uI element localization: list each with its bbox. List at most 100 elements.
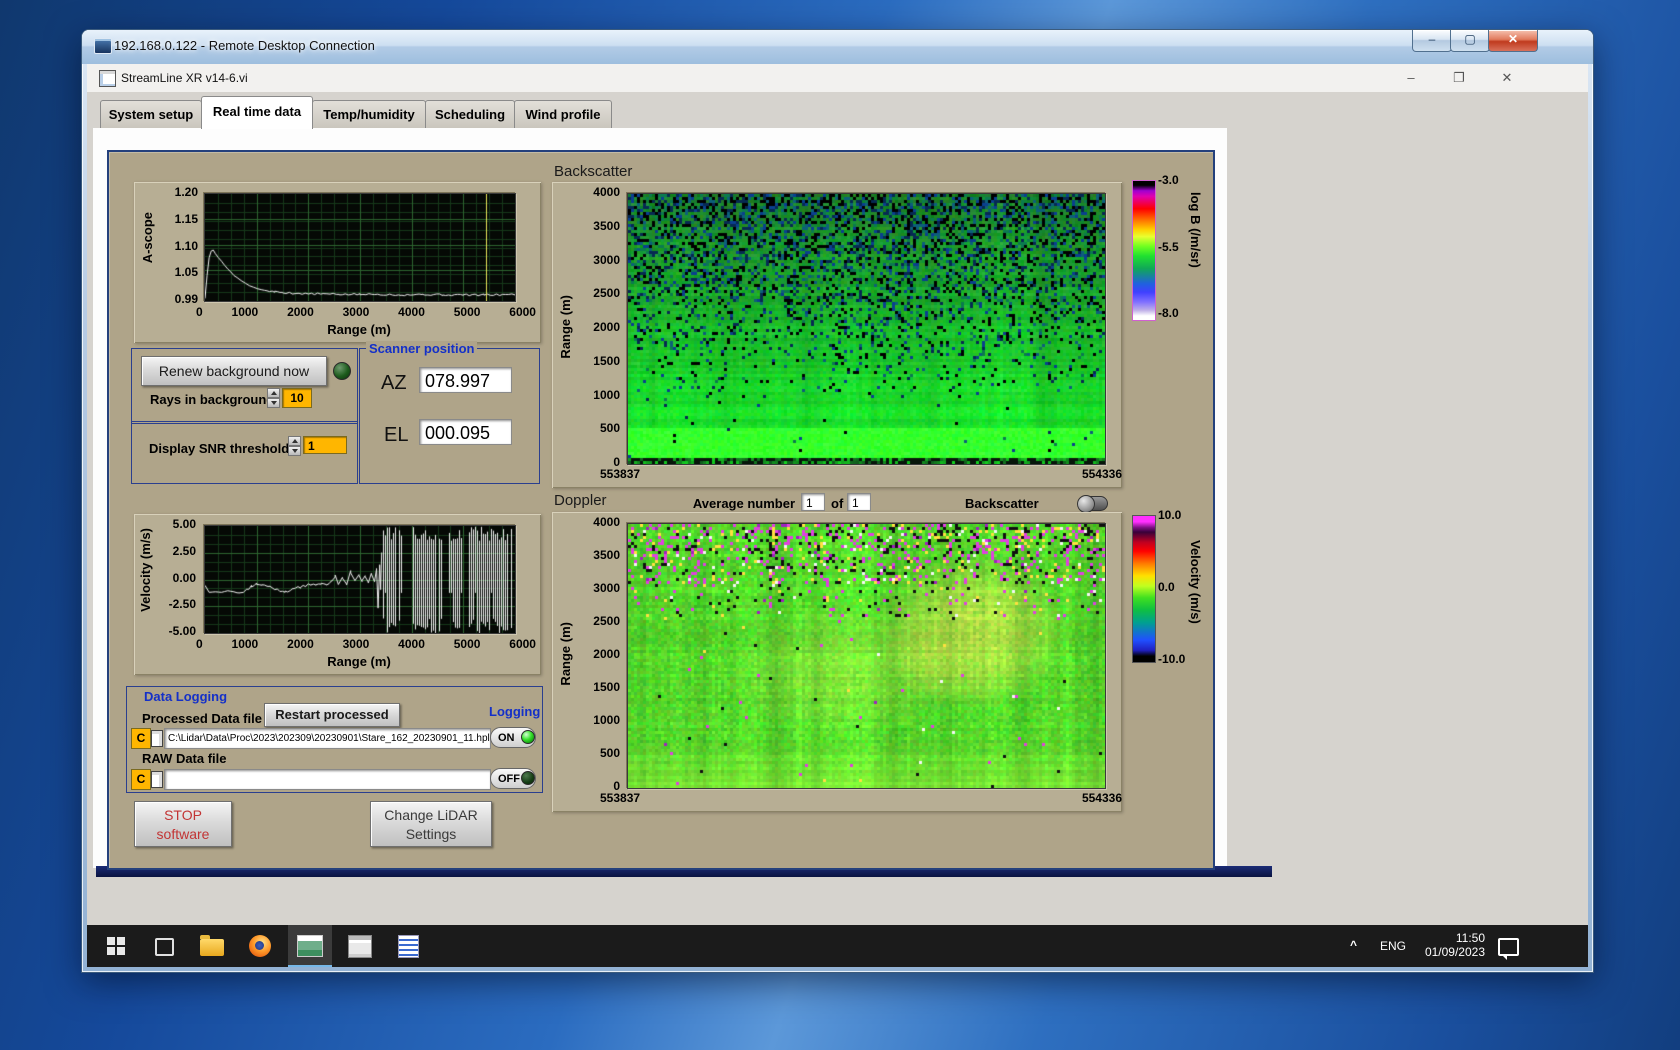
snr-threshold-label: Display SNR threshold xyxy=(149,441,289,456)
raw-data-file-label: RAW Data file xyxy=(142,751,227,766)
firefox-button[interactable] xyxy=(240,925,280,967)
tick-label: 10.0 xyxy=(1158,509,1181,522)
rays-spinner[interactable] xyxy=(267,388,280,408)
tick-label: -8.0 xyxy=(1158,307,1179,320)
scanner-position-title: Scanner position xyxy=(366,341,477,356)
average-of-field[interactable]: 1 xyxy=(847,493,871,511)
tick-label: 3000 xyxy=(343,638,370,651)
tab-temp-humidity[interactable]: Temp/humidity xyxy=(312,100,426,128)
backscatter-x-end: 554336 xyxy=(1082,468,1122,481)
tick-label: 2000 xyxy=(287,306,314,319)
vi-title-bar[interactable] xyxy=(87,64,1588,93)
processed-data-file-label: Processed Data file xyxy=(142,711,262,726)
rdp-window-title: 192.168.0.122 - Remote Desktop Connectio… xyxy=(114,38,375,53)
snr-spinner[interactable] xyxy=(288,436,301,456)
tab-real-time-data[interactable]: Real time data xyxy=(201,96,313,129)
rdp-icon xyxy=(94,38,112,54)
tick-label: 500 xyxy=(600,422,620,435)
backscatter-x-range: 553837 554336 xyxy=(600,468,1122,481)
raw-drive-selector[interactable]: C xyxy=(131,769,151,790)
document-app-button[interactable] xyxy=(388,925,428,967)
change-lidar-settings-button[interactable]: Change LiDAR Settings xyxy=(370,801,492,847)
clock-date: 01/09/2023 xyxy=(1415,945,1485,959)
vi-minimize-button[interactable]: – xyxy=(1398,69,1424,87)
settings-button-line2: Settings xyxy=(371,825,491,843)
settings-button-line1: Change LiDAR xyxy=(371,805,491,825)
az-value-display: 078.997 xyxy=(419,367,512,393)
windows-logo-icon xyxy=(107,937,125,955)
stop-button-line2: software xyxy=(135,825,231,843)
tick-label: 4000 xyxy=(398,306,425,319)
tick-label: -10.0 xyxy=(1158,653,1185,666)
el-label: EL xyxy=(384,424,408,447)
velocity-y-ticks: 5.002.500.00-2.50-5.00 xyxy=(148,518,196,638)
stop-button-line1: STOP xyxy=(135,805,231,825)
stop-software-button[interactable]: STOP software xyxy=(134,801,232,847)
backscatter-plot xyxy=(627,193,1106,465)
tab-wind-profile[interactable]: Wind profile xyxy=(514,100,612,128)
processed-drive-selector[interactable]: C xyxy=(131,728,151,749)
tick-label: 500 xyxy=(600,747,620,760)
scan-scheduler-button[interactable] xyxy=(340,925,380,967)
doppler-colorbar-label: Velocity (m/s) xyxy=(1188,540,1203,624)
tick-label: 2000 xyxy=(593,648,620,661)
doppler-y-axis-label: Range (m) xyxy=(558,622,573,686)
raw-browse-icon[interactable] xyxy=(151,771,163,788)
restart-processed-file-button[interactable]: Restart processed file xyxy=(264,703,400,727)
average-number-field[interactable]: 1 xyxy=(801,493,825,511)
tick-label: 3000 xyxy=(593,254,620,267)
tick-label: 3000 xyxy=(593,582,620,595)
backscatter-y-ticks: 40003500300025002000150010005000 xyxy=(576,186,620,469)
rdp-close-button[interactable]: ✕ xyxy=(1488,30,1538,52)
start-button[interactable] xyxy=(96,925,136,967)
tick-label: 1500 xyxy=(593,355,620,368)
vi-close-button[interactable]: ✕ xyxy=(1494,69,1520,87)
snr-value-field[interactable]: 1 xyxy=(303,436,347,454)
task-view-button[interactable] xyxy=(144,925,184,967)
tick-label: 4000 xyxy=(398,638,425,651)
rdp-maximize-button[interactable]: ▢ xyxy=(1450,30,1490,52)
tick-label: 5.00 xyxy=(173,518,196,531)
vi-restore-button[interactable]: ❐ xyxy=(1446,69,1472,87)
desktop: 192.168.0.122 - Remote Desktop Connectio… xyxy=(0,0,1680,1050)
tick-label: -3.0 xyxy=(1158,174,1179,187)
rays-in-background-label: Rays in background xyxy=(150,392,274,407)
tick-label: 2500 xyxy=(593,287,620,300)
average-number-label: Average number xyxy=(685,496,795,511)
language-indicator[interactable]: ENG xyxy=(1380,939,1406,953)
tick-label: 3500 xyxy=(593,549,620,562)
tick-label: 4000 xyxy=(593,186,620,199)
doppler-colorbar xyxy=(1132,515,1156,663)
doppler-x-end: 554336 xyxy=(1082,792,1122,805)
ascope-plot xyxy=(204,193,516,302)
tab-system-setup[interactable]: System setup xyxy=(100,100,202,128)
task-view-icon xyxy=(155,938,174,956)
vi-icon xyxy=(99,70,116,87)
tray-chevron-icon[interactable]: ^ xyxy=(1350,938,1357,952)
file-explorer-icon xyxy=(200,939,224,956)
processed-path-field[interactable]: C:\Lidar\Data\Proc\2023\202309\20230901\… xyxy=(164,728,491,749)
action-center-button[interactable] xyxy=(1498,938,1519,956)
tick-label: 1.20 xyxy=(175,186,198,199)
tick-label: 1500 xyxy=(593,681,620,694)
renew-background-button[interactable]: Renew background now xyxy=(141,356,327,386)
velocity-x-axis-label: Range (m) xyxy=(204,654,514,669)
tick-label: 0 xyxy=(196,306,203,319)
tab-scheduling[interactable]: Scheduling xyxy=(425,100,515,128)
rdp-minimize-button[interactable]: – xyxy=(1412,30,1452,52)
tick-label: 3500 xyxy=(593,220,620,233)
document-app-icon xyxy=(398,935,419,958)
tick-label: 0.0 xyxy=(1158,581,1175,594)
raw-path-field[interactable] xyxy=(164,769,491,790)
backscatter-doppler-toggle[interactable] xyxy=(1078,496,1108,511)
of-label: of xyxy=(831,496,843,511)
file-explorer-button[interactable] xyxy=(192,925,232,967)
tick-label: 1000 xyxy=(232,638,259,651)
notification-icon xyxy=(1498,938,1519,956)
processed-browse-icon[interactable] xyxy=(151,730,163,747)
active-app-button[interactable] xyxy=(288,925,332,967)
firefox-icon xyxy=(249,935,271,957)
tick-label: 2000 xyxy=(593,321,620,334)
clock[interactable]: 11:50 01/09/2023 xyxy=(1415,931,1485,959)
rays-value-field[interactable]: 10 xyxy=(282,388,312,408)
